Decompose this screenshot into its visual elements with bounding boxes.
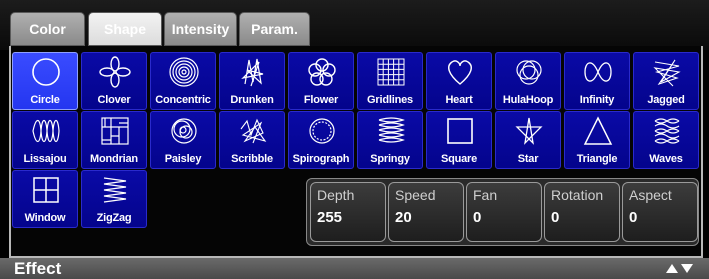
param-value: 0 xyxy=(629,209,638,226)
shape-tile-springy[interactable]: Springy xyxy=(357,111,423,169)
shape-tile-jagged[interactable]: Jagged xyxy=(633,52,699,110)
spirograph-icon xyxy=(309,118,335,144)
tab-param[interactable]: Param. xyxy=(239,12,310,46)
shape-label: Clover xyxy=(97,94,131,106)
shape-label: Paisley xyxy=(164,153,202,165)
tab-intensity[interactable]: Intensity xyxy=(164,12,237,46)
waves-icon xyxy=(654,118,680,144)
shape-label: Scribble xyxy=(231,153,273,165)
tab-shape[interactable]: Shape xyxy=(88,12,162,46)
shape-tile-lissajou[interactable]: Lissajou xyxy=(12,111,78,169)
effect-title: Effect xyxy=(14,259,62,278)
infinity-icon xyxy=(584,62,612,82)
shape-tile-gridlines[interactable]: Gridlines xyxy=(357,52,423,110)
shape-label: Mondrian xyxy=(90,153,138,165)
param-value: 20 xyxy=(395,209,412,226)
zigzag-icon xyxy=(103,177,127,203)
param-value: 0 xyxy=(473,209,482,226)
shape-label: Waves xyxy=(649,153,683,165)
clover-icon xyxy=(99,56,131,88)
shape-tile-infinity[interactable]: Infinity xyxy=(564,52,630,110)
shape-label: ZigZag xyxy=(96,212,132,224)
shape-label: HulaHoop xyxy=(502,94,554,106)
concentric-icon xyxy=(169,57,199,87)
shape-tile-paisley[interactable]: Paisley xyxy=(150,111,216,169)
shape-tile-square[interactable]: Square xyxy=(426,111,492,169)
param-aspect[interactable]: Aspect 0 xyxy=(622,182,698,242)
paisley-icon xyxy=(171,118,197,144)
triangle-icon xyxy=(583,116,613,145)
tab-color[interactable]: Color xyxy=(10,12,85,46)
shape-label: Jagged xyxy=(647,94,685,106)
shape-tile-triangle[interactable]: Triangle xyxy=(564,111,630,169)
shape-label: Concentric xyxy=(155,94,211,106)
hulahoop-icon xyxy=(516,60,542,85)
shape-tile-drunken[interactable]: Drunken xyxy=(219,52,285,110)
flower-icon xyxy=(308,58,336,86)
param-label: Fan xyxy=(473,187,498,203)
drunken-icon xyxy=(241,58,264,87)
shape-label: Circle xyxy=(30,94,60,106)
param-label: Aspect xyxy=(629,187,672,203)
param-value: 0 xyxy=(551,209,560,226)
shape-label: Flower xyxy=(303,94,339,106)
shape-label: Gridlines xyxy=(367,94,413,106)
shape-label: Star xyxy=(517,153,539,165)
shape-tile-heart[interactable]: Heart xyxy=(426,52,492,110)
shape-tile-circle[interactable]: Circle xyxy=(12,52,78,110)
up-down-arrows-icon[interactable] xyxy=(665,261,695,275)
lissajou-icon xyxy=(32,119,60,143)
shape-label: Square xyxy=(440,153,478,165)
shape-tile-flower[interactable]: Flower xyxy=(288,52,354,110)
shape-tile-mondrian[interactable]: Mondrian xyxy=(81,111,147,169)
scribble-icon xyxy=(240,118,267,144)
springy-icon xyxy=(378,117,405,143)
square-icon xyxy=(447,118,473,144)
param-label: Rotation xyxy=(551,187,604,203)
shape-label: Heart xyxy=(445,94,473,106)
param-label: Depth xyxy=(317,187,355,203)
param-group: Depth 255 Speed 20 Fan 0 Rotation 0 Aspe… xyxy=(306,178,699,246)
shape-label: Drunken xyxy=(230,94,274,106)
shape-tile-spirograph[interactable]: Spirograph xyxy=(288,111,354,169)
shape-tile-hulahoop[interactable]: HulaHoop xyxy=(495,52,561,110)
mondrian-icon xyxy=(101,117,129,145)
param-speed[interactable]: Speed 20 xyxy=(388,182,464,242)
shape-label: Lissajou xyxy=(23,153,67,165)
shape-tile-zigzag[interactable]: ZigZag xyxy=(81,170,147,228)
shape-label: Window xyxy=(24,212,66,224)
shape-label: Springy xyxy=(370,153,410,165)
shape-tile-waves[interactable]: Waves xyxy=(633,111,699,169)
param-value: 255 xyxy=(317,209,343,226)
shape-label: Triangle xyxy=(576,153,618,165)
shape-label: Infinity xyxy=(579,94,615,106)
shape-label: Spirograph xyxy=(292,153,350,165)
shape-tile-scribble[interactable]: Scribble xyxy=(219,111,285,169)
param-depth[interactable]: Depth 255 xyxy=(310,182,386,242)
jagged-icon xyxy=(653,59,681,87)
gridlines-icon xyxy=(377,58,405,86)
param-label: Speed xyxy=(395,187,436,203)
shape-tile-window[interactable]: Window xyxy=(12,170,78,228)
shape-tile-star[interactable]: Star xyxy=(495,111,561,169)
heart-icon xyxy=(448,60,472,85)
param-fan[interactable]: Fan 0 xyxy=(466,182,542,242)
shape-tile-concentric[interactable]: Concentric xyxy=(150,52,216,110)
window-icon xyxy=(33,177,59,203)
effect-bar: Effect xyxy=(0,258,709,279)
param-rotation[interactable]: Rotation 0 xyxy=(544,182,620,242)
circle-icon xyxy=(32,58,60,86)
star-icon xyxy=(515,117,543,145)
shape-tile-clover[interactable]: Clover xyxy=(81,52,147,110)
